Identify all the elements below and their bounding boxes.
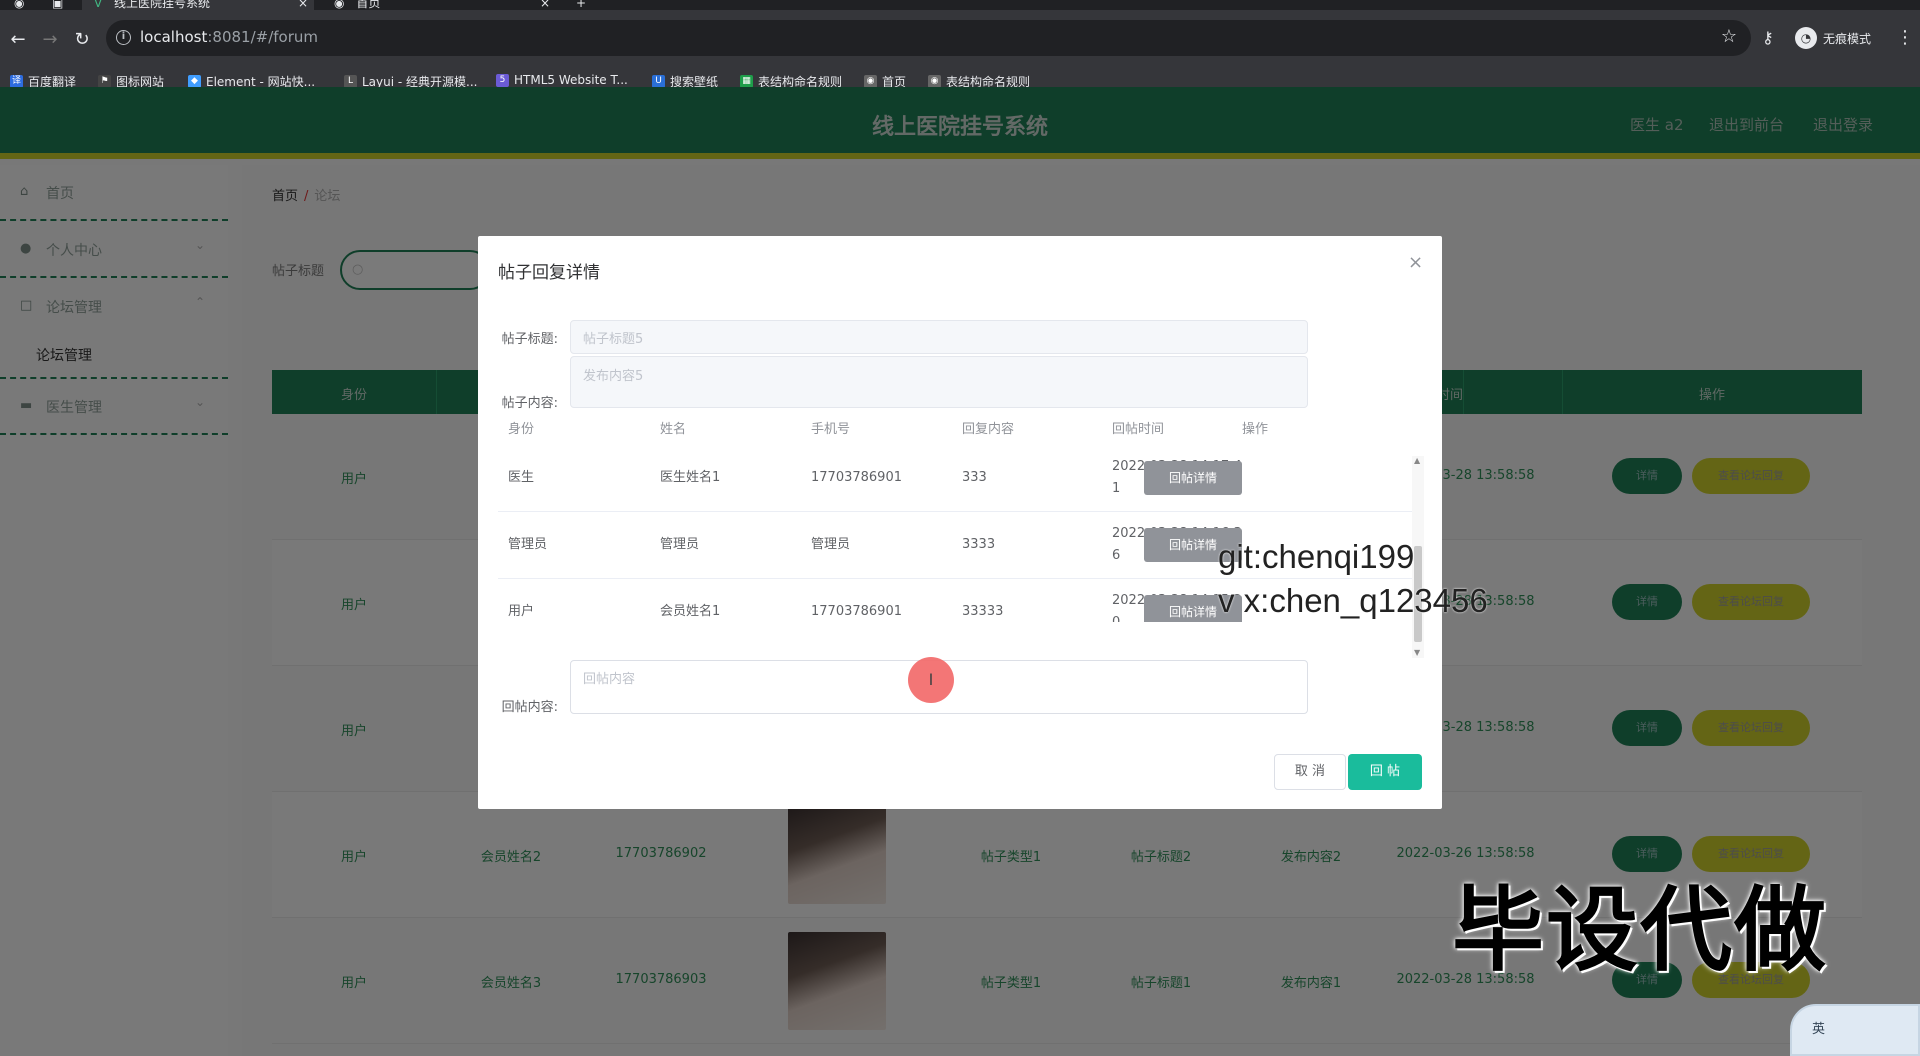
html5-icon: 5 bbox=[496, 73, 509, 87]
more-icon[interactable]: ⋮ bbox=[1896, 27, 1914, 48]
browser-tab-bar: ◉ ▣ V 线上医院挂号系统 × ◉ 首页 × + bbox=[0, 0, 1920, 10]
ime-indicator[interactable]: 英 bbox=[1790, 1004, 1920, 1056]
column-header: 操作 bbox=[1242, 422, 1269, 437]
post-content-field: 发布内容5 bbox=[570, 356, 1308, 408]
profile-label: 无痕模式 bbox=[1823, 31, 1872, 46]
reply-cell-role: 管理员 bbox=[508, 537, 548, 552]
globe-icon: ◉ bbox=[334, 0, 345, 10]
watermark-vx: v x:chen_q123456 bbox=[1218, 582, 1488, 619]
tab-home[interactable]: ◉ 首页 × bbox=[330, 0, 550, 10]
tab-label: 线上医院挂号系统 bbox=[114, 0, 211, 10]
url-text: localhost:8081/#/forum bbox=[140, 28, 318, 46]
cancel-button[interactable]: 取 消 bbox=[1274, 754, 1346, 790]
watermark-ad: 毕设代做 bbox=[1452, 877, 1829, 984]
incognito-icon: ◔ bbox=[1795, 27, 1817, 49]
new-tab-icon[interactable]: + bbox=[576, 0, 594, 10]
reply-cell-name: 管理员 bbox=[660, 537, 700, 552]
column-header: 回帖时间 bbox=[1112, 422, 1165, 437]
reply-cell-content: 3333 bbox=[962, 537, 996, 552]
dialog-title: 帖子回复详情 bbox=[498, 263, 600, 283]
column-header: 手机号 bbox=[811, 422, 851, 437]
browser-toolbar: ← → ↻ i localhost:8081/#/forum ☆ ⚷ ◔ 无痕模… bbox=[0, 10, 1920, 96]
close-icon[interactable]: × bbox=[298, 0, 308, 9]
info-icon[interactable]: i bbox=[116, 30, 131, 45]
reply-cell-time-cont: 0 bbox=[1112, 612, 1120, 622]
reply-cell-time-cont: 6 bbox=[1112, 548, 1121, 563]
text-cursor-icon: I bbox=[908, 657, 954, 703]
close-icon[interactable]: × bbox=[1408, 252, 1423, 273]
reply-cell-content: 33333 bbox=[962, 604, 1004, 619]
column-header: 姓名 bbox=[660, 422, 687, 437]
reload-icon[interactable]: ↻ bbox=[70, 28, 94, 52]
column-header: 身份 bbox=[508, 422, 535, 437]
post-title-field: 帖子标题5 bbox=[570, 320, 1308, 354]
post-content-label: 帖子内容: bbox=[501, 396, 558, 411]
reply-detail-button[interactable]: 回帖详情 bbox=[1144, 461, 1242, 495]
reply-cell-time-cont: 1 bbox=[1112, 481, 1121, 496]
vue-icon: V bbox=[94, 0, 103, 10]
reply-cell-name: 医生姓名1 bbox=[660, 470, 721, 485]
incognito-profile[interactable]: ◔ 无痕模式 bbox=[1795, 27, 1871, 49]
forward-icon[interactable]: → bbox=[38, 28, 62, 52]
back-icon[interactable]: ← bbox=[6, 28, 30, 52]
address-bar[interactable]: i localhost:8081/#/forum ☆ bbox=[106, 20, 1751, 56]
key-icon[interactable]: ⚷ bbox=[1762, 28, 1774, 47]
reply-placeholder: 回帖内容 bbox=[583, 672, 636, 687]
reply-cell-phone: 17703786901 bbox=[811, 604, 902, 619]
reply-cell-content: 333 bbox=[962, 470, 987, 485]
reply-cell-role: 用户 bbox=[508, 604, 535, 619]
bookmark-item[interactable]: 5 HTML5 Website T... bbox=[496, 73, 628, 87]
reply-submit-button[interactable]: 回 帖 bbox=[1348, 754, 1422, 790]
reply-cell-name: 会员姓名1 bbox=[660, 604, 721, 619]
post-title-label: 帖子标题: bbox=[501, 332, 558, 347]
watermark-git: git:chenqi199 bbox=[1218, 538, 1415, 575]
tab-search-icon[interactable]: ▣ bbox=[52, 0, 70, 10]
reply-content-label: 回帖内容: bbox=[501, 700, 558, 715]
reply-cell-phone: 17703786901 bbox=[811, 470, 902, 485]
browser-menu-icon[interactable]: ◉ bbox=[14, 0, 32, 10]
star-icon[interactable]: ☆ bbox=[1721, 26, 1737, 47]
close-icon[interactable]: × bbox=[540, 0, 550, 9]
reply-cell-phone: 管理员 bbox=[811, 537, 851, 552]
reply-detail-dialog: 帖子回复详情 × 帖子标题: 帖子标题5 帖子内容: 发布内容5 身份 姓名 手… bbox=[478, 236, 1442, 809]
column-header: 回复内容 bbox=[962, 422, 1015, 437]
tab-current[interactable]: V 线上医院挂号系统 × bbox=[82, 0, 314, 10]
reply-row: 医生医生姓名1177037869013332022-03-28 14:17:41… bbox=[498, 445, 1413, 512]
reply-cell-role: 医生 bbox=[508, 470, 535, 485]
tab-label: 首页 bbox=[356, 0, 381, 10]
